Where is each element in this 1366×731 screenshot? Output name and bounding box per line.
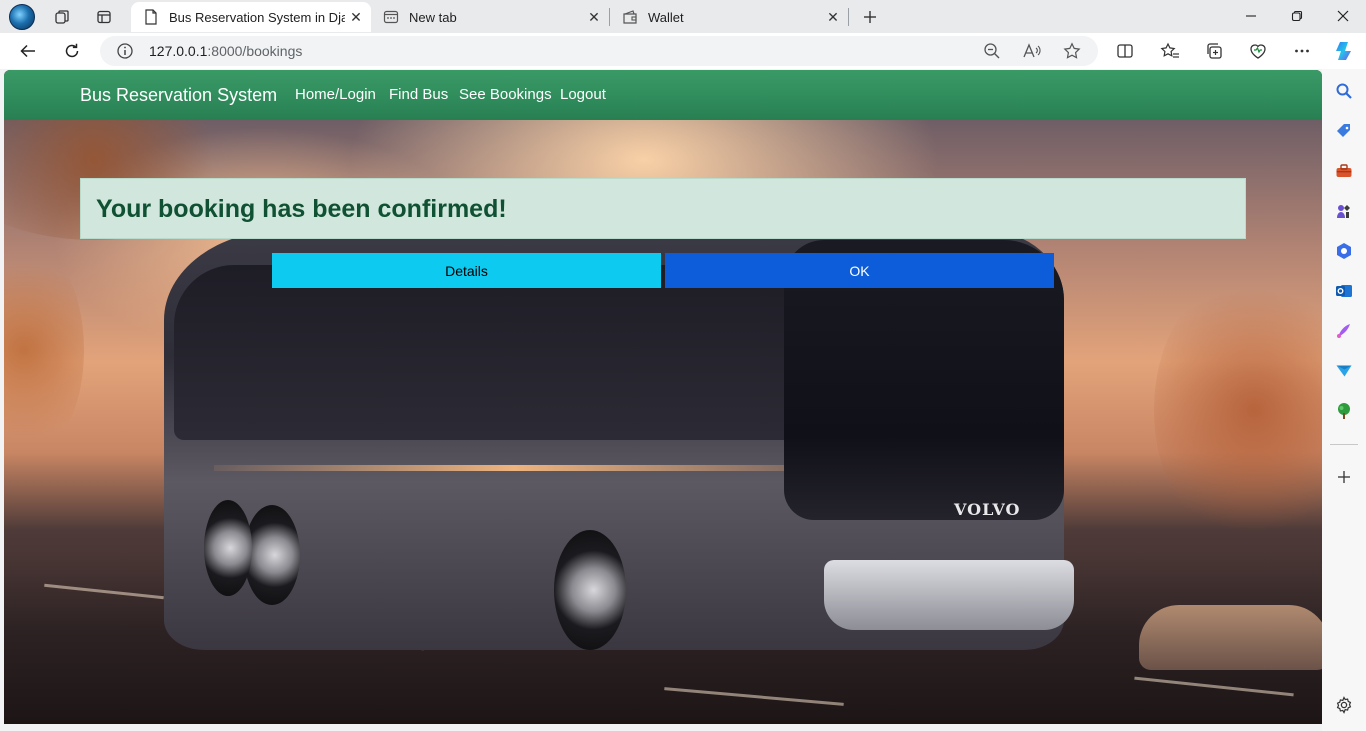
browser-essentials-icon[interactable] (1244, 37, 1272, 65)
send-icon[interactable] (1334, 361, 1354, 381)
nav-link-logout[interactable]: Logout (560, 86, 606, 103)
close-icon[interactable]: ✕ (583, 6, 605, 28)
ok-button[interactable]: OK (665, 253, 1054, 288)
shopping-tag-icon[interactable] (1334, 121, 1354, 141)
tree-foliage (1154, 270, 1322, 550)
tab-title: Wallet (648, 9, 684, 25)
bus-wheel (244, 505, 300, 605)
refresh-button[interactable] (58, 37, 86, 65)
url-host: 127.0.0.1 (149, 43, 208, 59)
favorites-icon[interactable] (1156, 37, 1184, 65)
tab-title: Bus Reservation System in Django (169, 9, 345, 25)
window-bottom-edge (0, 724, 1322, 731)
bus-light-stripe (214, 465, 814, 471)
page-icon (143, 9, 159, 25)
close-icon[interactable]: ✕ (822, 6, 844, 28)
address-bar[interactable]: 127.0.0.1:8000/bookings (100, 36, 1098, 66)
background-car (1139, 605, 1322, 670)
url-text: 127.0.0.1:8000/bookings (149, 43, 302, 59)
restore-button[interactable] (1274, 0, 1320, 32)
copilot-icon[interactable] (1330, 37, 1358, 65)
tree-foliage (4, 240, 84, 460)
add-icon[interactable] (1334, 467, 1354, 487)
tools-icon[interactable] (1334, 161, 1354, 181)
bus-logo-text: VOLVO (954, 500, 1021, 519)
bus-front-grille (824, 560, 1074, 630)
nav-link-home-login[interactable]: Home/Login (295, 86, 376, 103)
designer-icon[interactable] (1334, 321, 1354, 341)
favorite-star-icon[interactable] (1062, 41, 1082, 61)
tab-wallet[interactable]: Wallet ✕ (610, 2, 848, 32)
nav-link-find-bus[interactable]: Find Bus (389, 86, 448, 103)
sidebar-divider (1330, 444, 1358, 445)
tab-new-tab[interactable]: New tab ✕ (371, 2, 609, 32)
tree-icon[interactable] (1334, 401, 1354, 421)
alert-message: Your booking has been confirmed! (96, 195, 507, 223)
tab-divider (848, 8, 849, 26)
zoom-out-icon[interactable] (982, 41, 1002, 61)
bus-side-windows (174, 265, 814, 440)
bus-wheel (554, 530, 626, 650)
url-path: :8000/bookings (207, 43, 303, 59)
close-icon[interactable]: ✕ (345, 6, 367, 28)
search-icon[interactable] (1334, 81, 1354, 101)
back-button[interactable] (14, 37, 42, 65)
page-viewport: Bus Reservation System Home/Login Find B… (4, 70, 1322, 724)
wallet-icon (622, 9, 638, 25)
tab-bus-reservation[interactable]: Bus Reservation System in Django ✕ (131, 2, 371, 32)
site-navbar: Bus Reservation System Home/Login Find B… (4, 70, 1322, 120)
outlook-icon[interactable] (1334, 281, 1354, 301)
workspaces-icon[interactable] (51, 6, 73, 28)
games-icon[interactable] (1334, 201, 1354, 221)
split-screen-icon[interactable] (1111, 37, 1139, 65)
new-tab-button[interactable] (859, 6, 881, 28)
booking-confirmed-alert: Your booking has been confirmed! (80, 178, 1246, 239)
copilot-app-icon[interactable] (1334, 241, 1354, 261)
info-icon[interactable] (116, 42, 134, 60)
tab-title: New tab (409, 9, 457, 25)
tab-strip: Bus Reservation System in Django ✕ New t… (0, 0, 1366, 33)
more-options-icon[interactable] (1288, 37, 1316, 65)
minimize-button[interactable] (1228, 0, 1274, 32)
collections-icon[interactable] (1200, 37, 1228, 65)
settings-icon[interactable] (1334, 695, 1354, 715)
close-window-button[interactable] (1320, 0, 1366, 32)
profile-avatar[interactable] (9, 4, 35, 30)
navbar-brand[interactable]: Bus Reservation System (80, 85, 277, 106)
nav-link-see-bookings[interactable]: See Bookings (459, 86, 552, 103)
tab-actions-icon[interactable] (93, 6, 115, 28)
edge-sidebar (1322, 69, 1366, 731)
bus-wheel (204, 500, 252, 596)
browser-toolbar: 127.0.0.1:8000/bookings (0, 33, 1366, 69)
details-button[interactable]: Details (272, 253, 661, 288)
read-aloud-icon[interactable] (1022, 41, 1042, 61)
new-tab-icon (383, 9, 399, 25)
